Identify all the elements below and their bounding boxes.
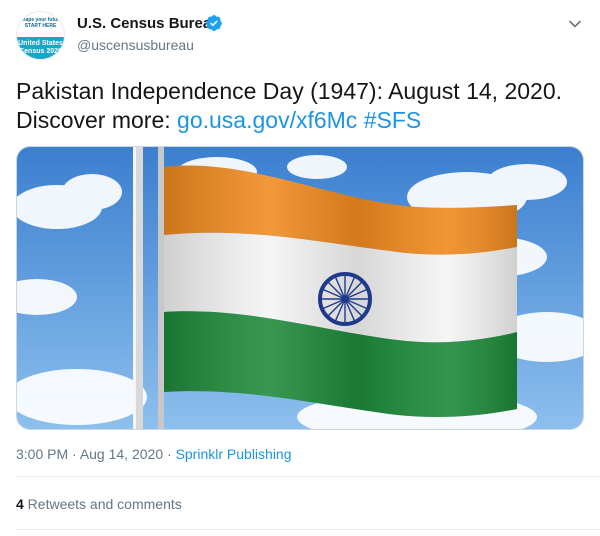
tweet-meta: 3:00 PM · Aug 14, 2020 · Sprinklr Publis… bbox=[16, 446, 292, 462]
tweet-link[interactable]: go.usa.gov/xf6Mc bbox=[177, 107, 357, 133]
author-display-name[interactable]: U.S. Census Bureau bbox=[77, 15, 220, 32]
tweet-date[interactable]: Aug 14, 2020 bbox=[80, 446, 163, 462]
retweets-label: Retweets and comments bbox=[23, 496, 182, 512]
flag-photo bbox=[17, 147, 583, 429]
tweet-source-link[interactable]: Sprinklr Publishing bbox=[176, 446, 292, 462]
divider bbox=[16, 529, 600, 530]
tweet-hashtag[interactable]: #SFS bbox=[364, 107, 422, 133]
meta-separator: · bbox=[68, 446, 80, 462]
tweet-time[interactable]: 3:00 PM bbox=[16, 446, 68, 462]
verified-badge-icon bbox=[206, 15, 222, 31]
retweets-stat[interactable]: 4 Retweets and comments bbox=[16, 496, 182, 512]
tweet-media-photo[interactable] bbox=[16, 146, 584, 430]
tweet-text: Pakistan Independence Day (1947): August… bbox=[16, 77, 586, 135]
meta-separator: · bbox=[163, 446, 176, 462]
chevron-down-icon[interactable] bbox=[567, 16, 583, 32]
avatar[interactable]: Shape your future START HERE United Stat… bbox=[16, 11, 65, 60]
retweets-count: 4 bbox=[16, 496, 24, 512]
author-handle[interactable]: @uscensusbureau bbox=[77, 37, 194, 53]
tweet-card: Shape your future START HERE United Stat… bbox=[0, 0, 600, 536]
ashoka-chakra-icon bbox=[318, 272, 372, 326]
avatar-census-logo: United States Census 2020 bbox=[17, 37, 64, 59]
divider bbox=[16, 476, 600, 477]
avatar-tagline: Shape your future START HERE bbox=[19, 17, 62, 29]
